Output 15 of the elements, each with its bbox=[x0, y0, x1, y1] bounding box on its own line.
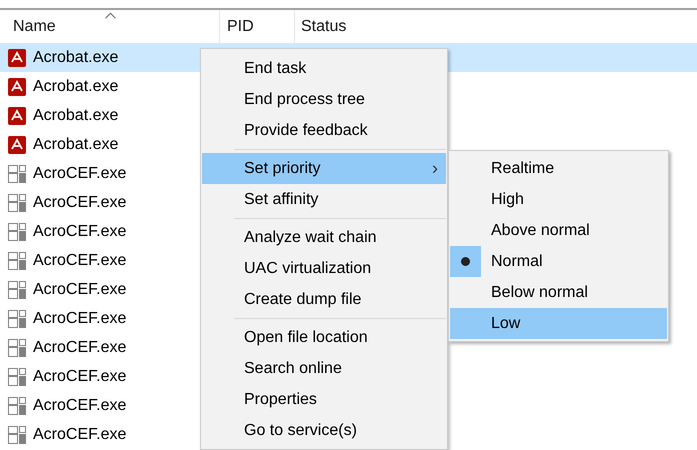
submenu-arrow-icon: › bbox=[432, 158, 438, 179]
process-name: AcroCEF.exe bbox=[33, 426, 126, 444]
process-name: AcroCEF.exe bbox=[33, 164, 126, 182]
process-name: AcroCEF.exe bbox=[33, 280, 126, 298]
process-name: AcroCEF.exe bbox=[33, 396, 126, 414]
process-name: AcroCEF.exe bbox=[33, 222, 126, 240]
process-name: Acrobat.exe bbox=[33, 78, 118, 96]
process-name: AcroCEF.exe bbox=[33, 310, 126, 328]
process-name: Acrobat.exe bbox=[33, 136, 118, 154]
process-name: AcroCEF.exe bbox=[33, 338, 126, 356]
process-name: Acrobat.exe bbox=[33, 48, 118, 66]
process-name: AcroCEF.exe bbox=[33, 368, 126, 386]
process-name: Acrobat.exe bbox=[33, 106, 118, 124]
process-name: AcroCEF.exe bbox=[33, 194, 126, 212]
process-name: AcroCEF.exe bbox=[33, 252, 126, 270]
